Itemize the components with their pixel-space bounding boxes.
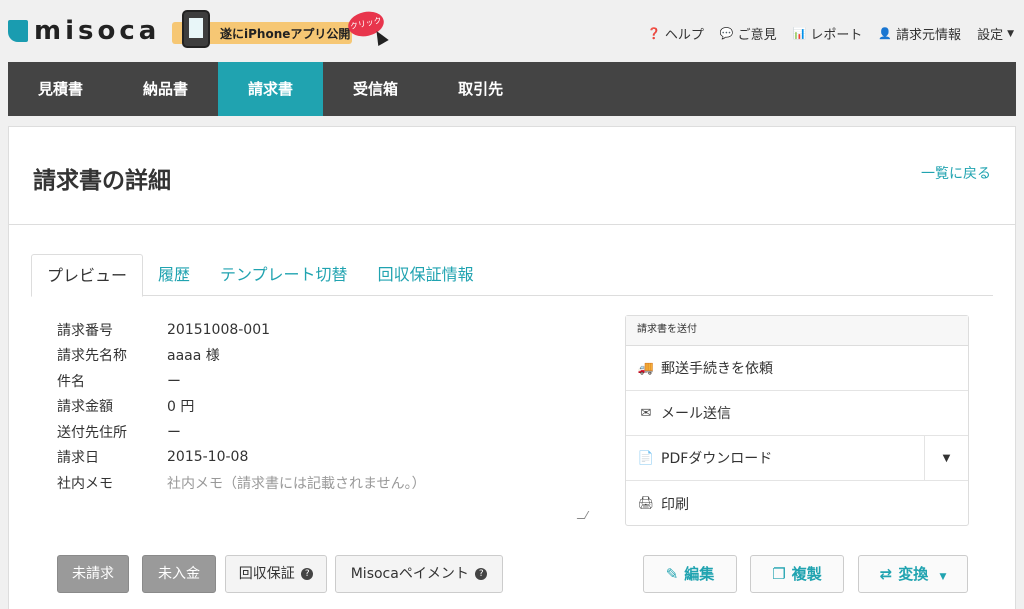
detail-value: 20151008-001 (167, 321, 271, 338)
report-link[interactable]: 📊 レポート (793, 24, 863, 43)
send-invoice-box: 請求書を送付 🚚 郵送手続きを依頼 ✉ メール送信 📄 PDFダウンロード ▼ … (625, 315, 969, 526)
panel-header: 請求書の詳細 一覧に戻る (9, 127, 1015, 225)
unpaid-status-button[interactable]: 未入金 (142, 555, 216, 593)
detail-tabs: プレビュー 履歴 テンプレート切替 回収保証情報 (31, 254, 993, 297)
caret-down-icon: ▼ (942, 453, 951, 464)
question-circle-icon: ? (301, 568, 314, 580)
duplicate-button[interactable]: ❐ 複製 (750, 555, 844, 593)
internal-memo-input[interactable]: 社内メモ（請求書には記載されません。） (167, 473, 426, 493)
back-to-list-link[interactable]: 一覧に戻る (921, 163, 991, 183)
misoca-logo[interactable]: misoca (8, 18, 160, 44)
invoice-details: 請求番号 20151008-001 請求先名称 aaaa 様 件名 ー 請求金額… (57, 317, 426, 496)
invoice-detail-panel: 請求書の詳細 一覧に戻る プレビュー 履歴 テンプレート切替 回収保証情報 請求… (8, 126, 1016, 609)
caret-down-icon: ▼ (1007, 28, 1014, 39)
brand-name: misoca (34, 16, 161, 46)
top-navigation: ❓ ヘルプ 💬 ご意見 📊 レポート 👤 請求元情報 設定 ▼ (647, 24, 1014, 43)
detail-value: aaaa 様 (167, 348, 220, 365)
detail-label: 社内メモ (57, 475, 113, 492)
envelope-icon: ✉ (640, 405, 652, 421)
detail-value: ー (167, 373, 181, 390)
detail-label: 送付先住所 (57, 424, 127, 441)
question-circle-icon: ❓ (647, 27, 661, 40)
tab-preview[interactable]: プレビュー (31, 254, 144, 297)
exchange-icon: ⇄ (879, 565, 893, 583)
convert-dropdown-button[interactable]: ⇄ 変換 ▼ (858, 555, 968, 593)
pdf-options-dropdown[interactable]: ▼ (924, 436, 968, 481)
comment-icon: 💬 (719, 27, 734, 40)
detail-value: 2015-10-08 (167, 449, 249, 466)
detail-label: 件名 (57, 373, 85, 390)
misoca-logo-icon (8, 20, 28, 42)
printer-icon: 🖨 (637, 496, 655, 511)
detail-label: 請求金額 (57, 399, 113, 416)
truck-icon: 🚚 (637, 360, 655, 376)
detail-row: 件名 ー (57, 368, 426, 394)
textarea-resize-handle[interactable] (576, 511, 590, 519)
nav-delivery-slips[interactable]: 納品書 (113, 62, 218, 116)
page-title: 請求書の詳細 (33, 168, 171, 194)
unbilled-status-button[interactable]: 未請求 (57, 555, 129, 593)
print-button[interactable]: 🖨 印刷 (626, 481, 968, 526)
nav-invoices[interactable]: 請求書 (218, 62, 324, 116)
copy-icon: ❐ (772, 565, 786, 583)
email-send-button[interactable]: ✉ メール送信 (626, 391, 968, 436)
nav-quotes[interactable]: 見積書 (8, 62, 113, 116)
main-navigation: 見積書 納品書 請求書 受信箱 取引先 (8, 62, 1016, 116)
detail-label: 請求日 (57, 450, 99, 467)
promo-text: 遂にiPhoneアプリ公開 (220, 27, 351, 41)
bar-chart-icon: 📊 (792, 27, 807, 40)
detail-label: 請求番号 (57, 322, 113, 339)
iphone-icon (182, 10, 210, 48)
detail-value: ー (167, 424, 181, 441)
detail-row: 請求日 2015-10-08 (57, 445, 426, 471)
tab-template-switch[interactable]: テンプレート切替 (205, 254, 363, 296)
edit-button[interactable]: ✎ 編集 (643, 555, 737, 593)
caret-down-icon: ▼ (939, 572, 947, 582)
detail-value: 0 円 (167, 399, 195, 416)
user-icon: 👤 (878, 27, 893, 40)
iphone-app-promo-banner[interactable]: 遂にiPhoneアプリ公開 クリック (172, 8, 389, 48)
tab-history[interactable]: 履歴 (143, 254, 205, 296)
feedback-link[interactable]: 💬 ご意見 (720, 24, 777, 43)
edit-icon: ✎ (665, 565, 679, 583)
pdf-download-button[interactable]: 📄 PDFダウンロード ▼ (626, 436, 968, 481)
help-link[interactable]: ❓ ヘルプ (647, 24, 704, 43)
guarantee-button[interactable]: 回収保証 ? (225, 555, 327, 593)
detail-row: 請求先名称 aaaa 様 (57, 343, 426, 369)
nav-inbox[interactable]: 受信箱 (323, 62, 428, 116)
postal-request-button[interactable]: 🚚 郵送手続きを依頼 (626, 346, 968, 391)
pdf-file-icon: 📄 (637, 450, 655, 466)
detail-row: 社内メモ 社内メモ（請求書には記載されません。） (57, 470, 426, 496)
misoca-payment-button[interactable]: Misocaペイメント ? (335, 555, 503, 593)
detail-row: 請求番号 20151008-001 (57, 317, 426, 343)
tab-guarantee-info[interactable]: 回収保証情報 (363, 254, 489, 296)
send-invoice-heading: 請求書を送付 (626, 316, 968, 346)
detail-label: 請求先名称 (57, 348, 127, 365)
question-circle-icon: ? (475, 568, 488, 580)
detail-row: 請求金額 0 円 (57, 394, 426, 420)
nav-clients[interactable]: 取引先 (428, 62, 533, 116)
settings-dropdown[interactable]: 設定 ▼ (977, 24, 1014, 43)
app-header: misoca 遂にiPhoneアプリ公開 クリック ❓ ヘルプ 💬 ご意見 📊 … (0, 0, 1024, 62)
billing-info-link[interactable]: 👤 請求元情報 (878, 24, 961, 43)
detail-row: 送付先住所 ー (57, 419, 426, 445)
